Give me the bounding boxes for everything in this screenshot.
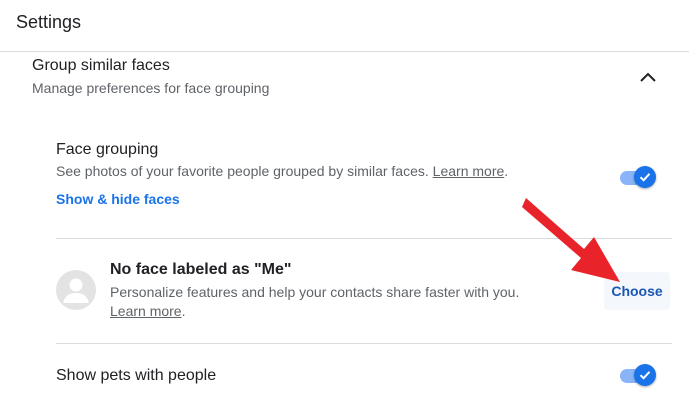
face-grouping-description: See photos of your favorite people group… xyxy=(56,163,508,179)
divider xyxy=(56,343,672,344)
me-label-learn-more: Learn more. xyxy=(110,303,185,319)
check-icon xyxy=(639,173,651,182)
check-icon xyxy=(639,371,651,380)
top-bar: Settings xyxy=(0,0,689,52)
choose-button[interactable]: Choose xyxy=(604,272,670,310)
section-title: Group similar faces xyxy=(32,57,170,74)
group-similar-faces-header[interactable]: Group similar faces Manage preferences f… xyxy=(0,52,689,110)
show-pets-title: Show pets with people xyxy=(56,367,217,384)
face-grouping-title: Face grouping xyxy=(56,141,159,158)
person-icon xyxy=(63,278,89,303)
face-grouping-period: . xyxy=(504,163,509,179)
show-hide-faces-link[interactable]: Show & hide faces xyxy=(56,191,180,207)
toggle-knob xyxy=(634,364,656,386)
face-grouping-learn-more-link[interactable]: Learn more xyxy=(433,163,505,179)
divider xyxy=(56,238,672,239)
page-title: Settings xyxy=(16,12,82,32)
settings-page: Settings Group similar faces Manage pref… xyxy=(0,0,689,415)
chevron-up-icon[interactable] xyxy=(636,66,660,90)
me-label-description: Personalize features and help your conta… xyxy=(110,284,520,300)
toggle-knob xyxy=(634,166,656,188)
face-grouping-toggle[interactable] xyxy=(618,165,658,189)
me-label-title: No face labeled as "Me" xyxy=(110,261,292,278)
section-subtitle: Manage preferences for face grouping xyxy=(32,80,270,96)
me-learn-more-link[interactable]: Learn more xyxy=(110,303,182,319)
face-grouping-description-text: See photos of your favorite people group… xyxy=(56,163,429,179)
me-learn-more-period: . xyxy=(181,303,186,319)
avatar xyxy=(56,270,96,310)
show-pets-toggle[interactable] xyxy=(618,363,658,387)
